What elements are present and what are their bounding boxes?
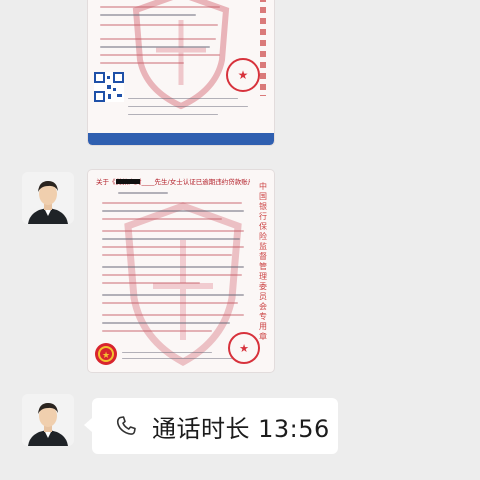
avatar-icon <box>22 394 74 446</box>
svg-text:★: ★ <box>102 351 110 361</box>
call-duration-label: 通话时长 13:56 <box>152 414 330 443</box>
seal-icon: ★ <box>226 58 260 92</box>
svg-text:★: ★ <box>239 342 249 355</box>
call-record-bubble[interactable]: 通话时长 13:56 <box>84 398 338 454</box>
document-image-2[interactable]: 关于《贷款人对____先生/女士认证已逾期违约贷款账户》的通知书 中国银行保险监… <box>88 170 274 372</box>
redaction-bar <box>116 179 140 184</box>
document-image-1[interactable]: ★ <box>88 0 274 145</box>
phone-icon <box>116 416 136 435</box>
doc1-footer-bar <box>88 133 274 145</box>
svg-text:★: ★ <box>238 68 249 82</box>
seal-icon: ★ <box>228 332 260 364</box>
emblem-icon: ★ <box>95 343 117 365</box>
avatar-icon <box>22 172 74 224</box>
document-side-text: 中国银行保险监督管理委员会专用章 <box>259 182 267 341</box>
avatar[interactable] <box>22 172 74 224</box>
qr-code-icon <box>94 72 124 102</box>
avatar[interactable] <box>22 394 74 446</box>
